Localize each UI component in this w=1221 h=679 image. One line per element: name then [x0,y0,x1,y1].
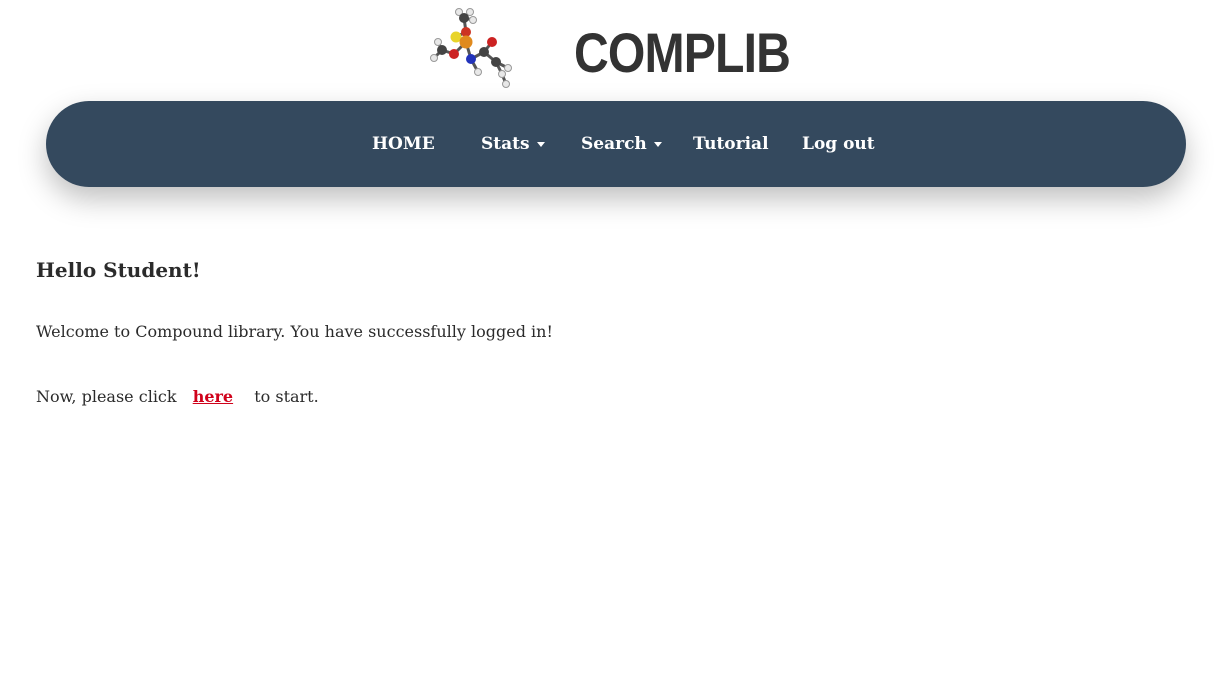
nav-home-label: HOME [372,134,435,154]
nav-stats-label: Stats [481,134,530,154]
nav-tutorial[interactable]: Tutorial [693,131,769,157]
molecule-logo-icon [430,8,512,88]
nav-logout-label: Log out [802,134,875,154]
caret-down-icon [653,142,662,147]
start-instruction: Now, please click here to start. [36,385,319,409]
start-here-link[interactable]: here [193,387,233,406]
main-navbar: HOME Stats Search Tutorial Log out [46,101,1186,187]
nav-logout[interactable]: Log out [802,131,875,157]
nav-home[interactable]: HOME [372,131,435,157]
nav-tutorial-label: Tutorial [693,134,769,154]
caret-down-icon [536,142,545,147]
greeting-heading: Hello Student! [36,258,201,282]
site-header: COMPLIB [0,0,1221,96]
nav-search-label: Search [581,134,647,154]
start-suffix-text: to start. [254,387,319,406]
nav-stats-dropdown[interactable]: Stats [481,131,545,157]
start-prefix-text: Now, please click [36,387,177,406]
site-title: COMPLIB [574,21,791,84]
nav-search-dropdown[interactable]: Search [581,131,662,157]
welcome-message: Welcome to Compound library. You have su… [36,322,553,341]
